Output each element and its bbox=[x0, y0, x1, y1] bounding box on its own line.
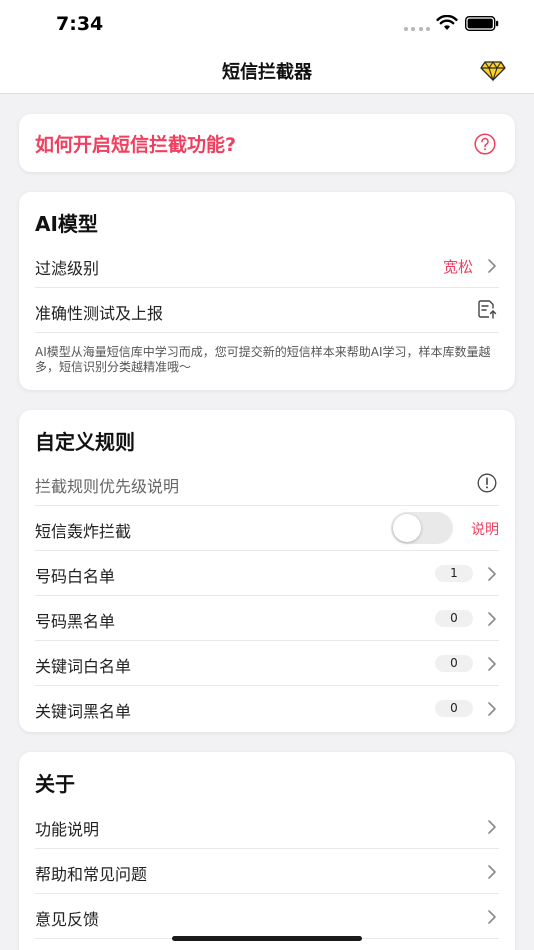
banner-text: 如何开启短信拦截功能? bbox=[35, 134, 237, 156]
chevron-right-icon bbox=[488, 259, 496, 273]
keyword-whitelist-row[interactable]: 关键词白名单 0 bbox=[35, 641, 499, 686]
question-circle-icon bbox=[474, 133, 496, 155]
status-bar: 7:34 bbox=[0, 0, 534, 48]
info-circle-icon bbox=[477, 473, 497, 493]
chevron-right-icon bbox=[488, 612, 496, 626]
about-card: 关于 功能说明 帮助和常见问题 意见反馈 bbox=[19, 752, 515, 950]
home-indicator[interactable] bbox=[172, 936, 362, 941]
section-title-ai: AI模型 bbox=[35, 212, 98, 236]
count-badge: 0 bbox=[435, 700, 473, 717]
keyword-whitelist-label: 关键词白名单 bbox=[35, 657, 132, 676]
section-title-custom: 自定义规则 bbox=[35, 430, 135, 454]
chevron-right-icon bbox=[488, 865, 496, 879]
filter-level-row[interactable]: 过滤级别 宽松 bbox=[35, 243, 499, 288]
chevron-right-icon bbox=[488, 820, 496, 834]
feature-description-row[interactable]: 功能说明 bbox=[35, 804, 499, 849]
navigation-bar: 短信拦截器 bbox=[0, 48, 534, 94]
priority-info-row[interactable]: 拦截规则优先级说明 bbox=[35, 461, 499, 506]
chevron-right-icon bbox=[488, 657, 496, 671]
page-title: 短信拦截器 bbox=[222, 62, 312, 83]
help-faq-row[interactable]: 帮助和常见问题 bbox=[35, 849, 499, 894]
feedback-row[interactable]: 意见反馈 bbox=[35, 894, 499, 939]
keyword-blacklist-row[interactable]: 关键词黑名单 0 bbox=[35, 686, 499, 731]
chevron-right-icon bbox=[488, 702, 496, 716]
feature-description-label: 功能说明 bbox=[35, 820, 100, 839]
accuracy-test-label: 准确性测试及上报 bbox=[35, 304, 164, 323]
how-to-enable-banner[interactable]: 如何开启短信拦截功能? bbox=[19, 114, 515, 172]
number-blacklist-row[interactable]: 号码黑名单 0 bbox=[35, 596, 499, 641]
diamond-icon[interactable] bbox=[480, 60, 506, 82]
sms-bomb-row: 短信轰炸拦截 说明 bbox=[35, 506, 499, 551]
number-whitelist-row[interactable]: 号码白名单 1 bbox=[35, 551, 499, 596]
chevron-right-icon bbox=[488, 910, 496, 924]
status-time: 7:34 bbox=[56, 13, 104, 35]
number-whitelist-label: 号码白名单 bbox=[35, 567, 116, 586]
custom-rules-card: 自定义规则 拦截规则优先级说明 短信轰炸拦截 说明 号码白名单 1 号码黑名单 … bbox=[19, 410, 515, 732]
filter-level-value: 宽松 bbox=[442, 258, 473, 276]
feedback-label: 意见反馈 bbox=[35, 910, 100, 929]
report-upload-icon bbox=[478, 300, 497, 319]
keyword-blacklist-label: 关键词黑名单 bbox=[35, 702, 132, 721]
ai-model-card: AI模型 过滤级别 宽松 准确性测试及上报 AI模型从海量短信库中学习而成，您可… bbox=[19, 192, 515, 390]
sms-bomb-info-link[interactable]: 说明 bbox=[471, 519, 499, 539]
sms-bomb-label: 短信轰炸拦截 bbox=[35, 522, 132, 541]
ai-model-note: AI模型从海量短信库中学习而成，您可提交新的短信样本来帮助AI学习，样本库数量越… bbox=[35, 345, 491, 374]
wifi-icon bbox=[436, 15, 458, 30]
section-title-about: 关于 bbox=[35, 772, 75, 796]
signal-dots-icon bbox=[404, 27, 430, 31]
filter-level-label: 过滤级别 bbox=[35, 259, 100, 278]
priority-info-label: 拦截规则优先级说明 bbox=[35, 477, 180, 496]
count-badge: 0 bbox=[435, 655, 473, 672]
number-blacklist-label: 号码黑名单 bbox=[35, 612, 116, 631]
help-faq-label: 帮助和常见问题 bbox=[35, 865, 148, 884]
count-badge: 1 bbox=[435, 565, 473, 582]
chevron-right-icon bbox=[488, 567, 496, 581]
battery-icon bbox=[465, 16, 499, 31]
accuracy-test-row[interactable]: 准确性测试及上报 bbox=[35, 288, 499, 333]
count-badge: 0 bbox=[435, 610, 473, 627]
sms-bomb-toggle[interactable] bbox=[391, 512, 453, 544]
